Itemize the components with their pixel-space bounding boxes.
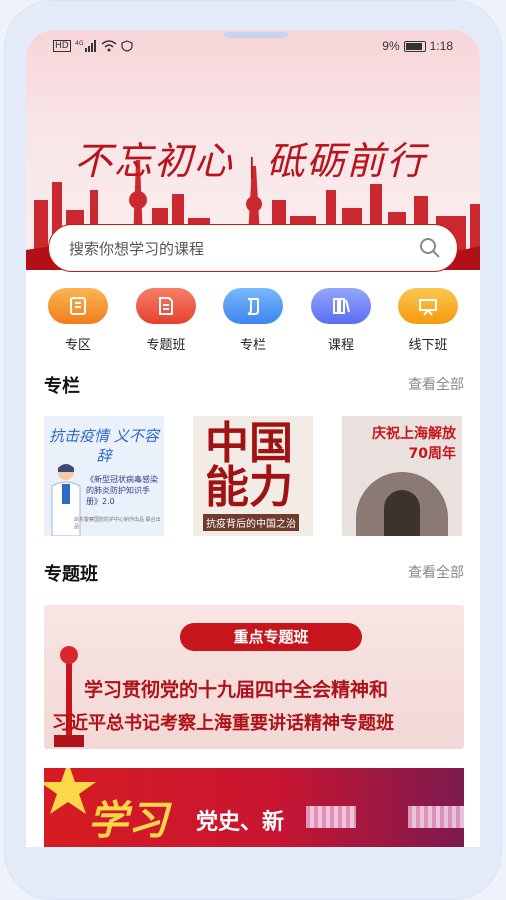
- svg-text:4G: 4G: [75, 40, 84, 47]
- columns-view-all-link[interactable]: 查看全部: [408, 374, 464, 394]
- document-icon: [136, 288, 196, 324]
- app-screen: HD 4G 9% 1:18 不忘初心 | 砥砺前行 搜索你想学习的课程 专区 专…: [26, 30, 480, 847]
- category-label: 专题班: [146, 338, 186, 353]
- category-label: 课程: [327, 338, 354, 353]
- topics-view-all-link[interactable]: 查看全部: [408, 562, 464, 582]
- presentation-icon: [398, 288, 458, 324]
- featured-pill: 重点专题班: [180, 623, 362, 651]
- card-caption: 抗疫背后的中国之治: [203, 514, 299, 531]
- column-card-shanghai-liberation[interactable]: 庆祝上海解放 70周年: [342, 416, 462, 536]
- columns-section-title: 专栏: [44, 376, 80, 397]
- card-footer: 启东警察国防防护中心制作出品 联合出品: [74, 517, 161, 530]
- topics-section-title: 专题班: [44, 564, 98, 585]
- zone-icon: [48, 288, 108, 324]
- category-course[interactable]: 课程: [303, 288, 379, 353]
- pixelated-region: [408, 806, 464, 828]
- scroll-icon: [223, 288, 283, 324]
- status-bar: HD 4G 9% 1:18: [26, 38, 480, 62]
- card-title: 抗击疫情 义不容辞: [49, 427, 159, 465]
- category-zone[interactable]: 专区: [40, 288, 116, 353]
- category-topic-class[interactable]: 专题班: [128, 288, 204, 353]
- banner-title: 学习: [88, 797, 168, 844]
- featured-line-2: 习近平总书记考察上海重要讲话精神专题班: [52, 713, 394, 734]
- archway-photo: [356, 472, 448, 536]
- search-icon[interactable]: [419, 237, 441, 259]
- banner-subtitle: 党史、新: [196, 810, 285, 835]
- pixelated-region: [306, 806, 356, 828]
- battery-text: 9%: [382, 39, 400, 53]
- category-column[interactable]: 专栏: [215, 288, 291, 353]
- party-history-banner[interactable]: 学习 党史、新: [44, 768, 464, 847]
- category-label: 专栏: [239, 338, 266, 353]
- column-card-epidemic[interactable]: 抗击疫情 义不容辞 《新型冠状病毒感染的肺炎防护知识手册》2.0 启东警察国防防…: [44, 416, 164, 536]
- search-input[interactable]: 搜索你想学习的课程: [69, 238, 204, 259]
- featured-topic-banner[interactable]: 重点专题班 学习贯彻党的十九届四中全会精神和 习近平总书记考察上海重要讲话精神专…: [44, 605, 464, 749]
- category-nav: 专区 专题班 专栏 课程 线下班: [26, 288, 480, 354]
- hd-icon: HD: [53, 40, 71, 52]
- card-caption: 《新型冠状病毒感染的肺炎防护知识手册》2.0: [86, 475, 158, 506]
- search-bar[interactable]: 搜索你想学习的课程: [48, 224, 458, 272]
- wifi-icon: [101, 40, 117, 52]
- category-label: 专区: [64, 338, 91, 353]
- 4g-signal-icon: 4G: [75, 40, 96, 52]
- shield-icon: [121, 40, 133, 52]
- battery-icon: [403, 40, 426, 52]
- category-label: 线下班: [408, 338, 448, 353]
- column-card-china-capacity[interactable]: 中国能力 抗疫背后的中国之治: [193, 416, 313, 536]
- clock-time: 1:18: [429, 39, 453, 53]
- featured-line-1: 学习贯彻党的十九届四中全会精神和: [84, 679, 389, 701]
- card-title: 庆祝上海解放 70周年: [372, 426, 456, 462]
- card-title: 中国能力: [205, 418, 293, 513]
- category-offline-class[interactable]: 线下班: [390, 288, 466, 353]
- books-icon: [311, 288, 371, 324]
